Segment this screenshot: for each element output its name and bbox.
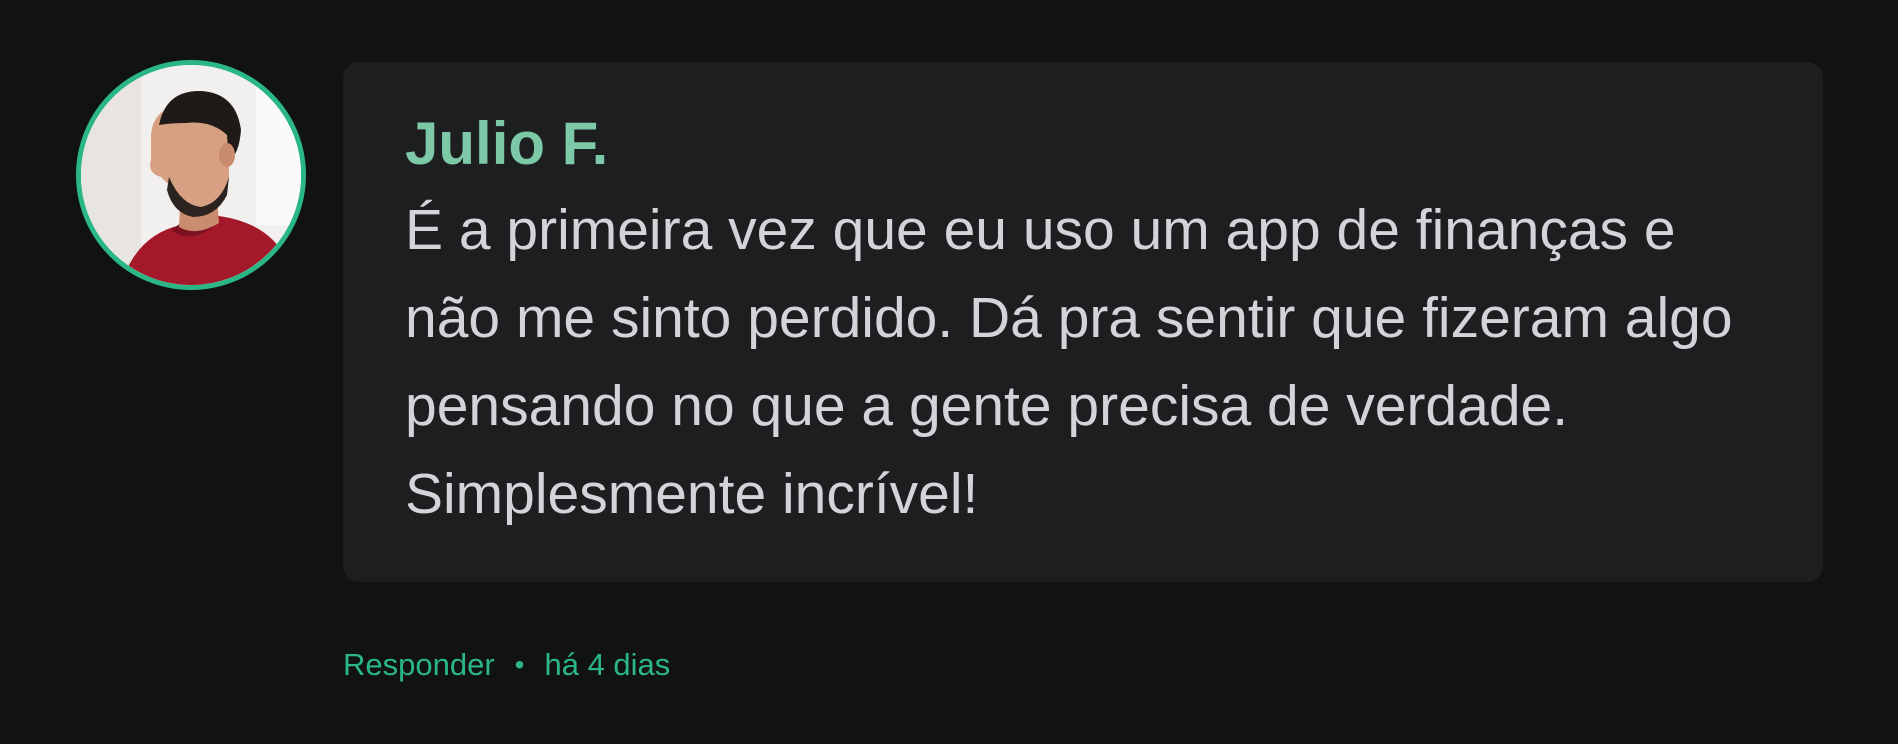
comment: Julio F. É a primeira vez que eu uso um … bbox=[0, 0, 1898, 744]
comment-bubble: Julio F. É a primeira vez que eu uso um … bbox=[343, 62, 1823, 582]
avatar[interactable] bbox=[76, 60, 306, 290]
comment-meta: Responder • há 4 dias bbox=[343, 645, 670, 685]
separator-dot: • bbox=[514, 649, 525, 680]
comment-text: É a primeira vez que eu uso um app de fi… bbox=[405, 198, 1733, 526]
author-name[interactable]: Julio F. bbox=[405, 106, 1783, 182]
reply-button[interactable]: Responder bbox=[343, 645, 495, 685]
timestamp: há 4 dias bbox=[544, 647, 671, 682]
avatar-photo bbox=[81, 65, 301, 285]
